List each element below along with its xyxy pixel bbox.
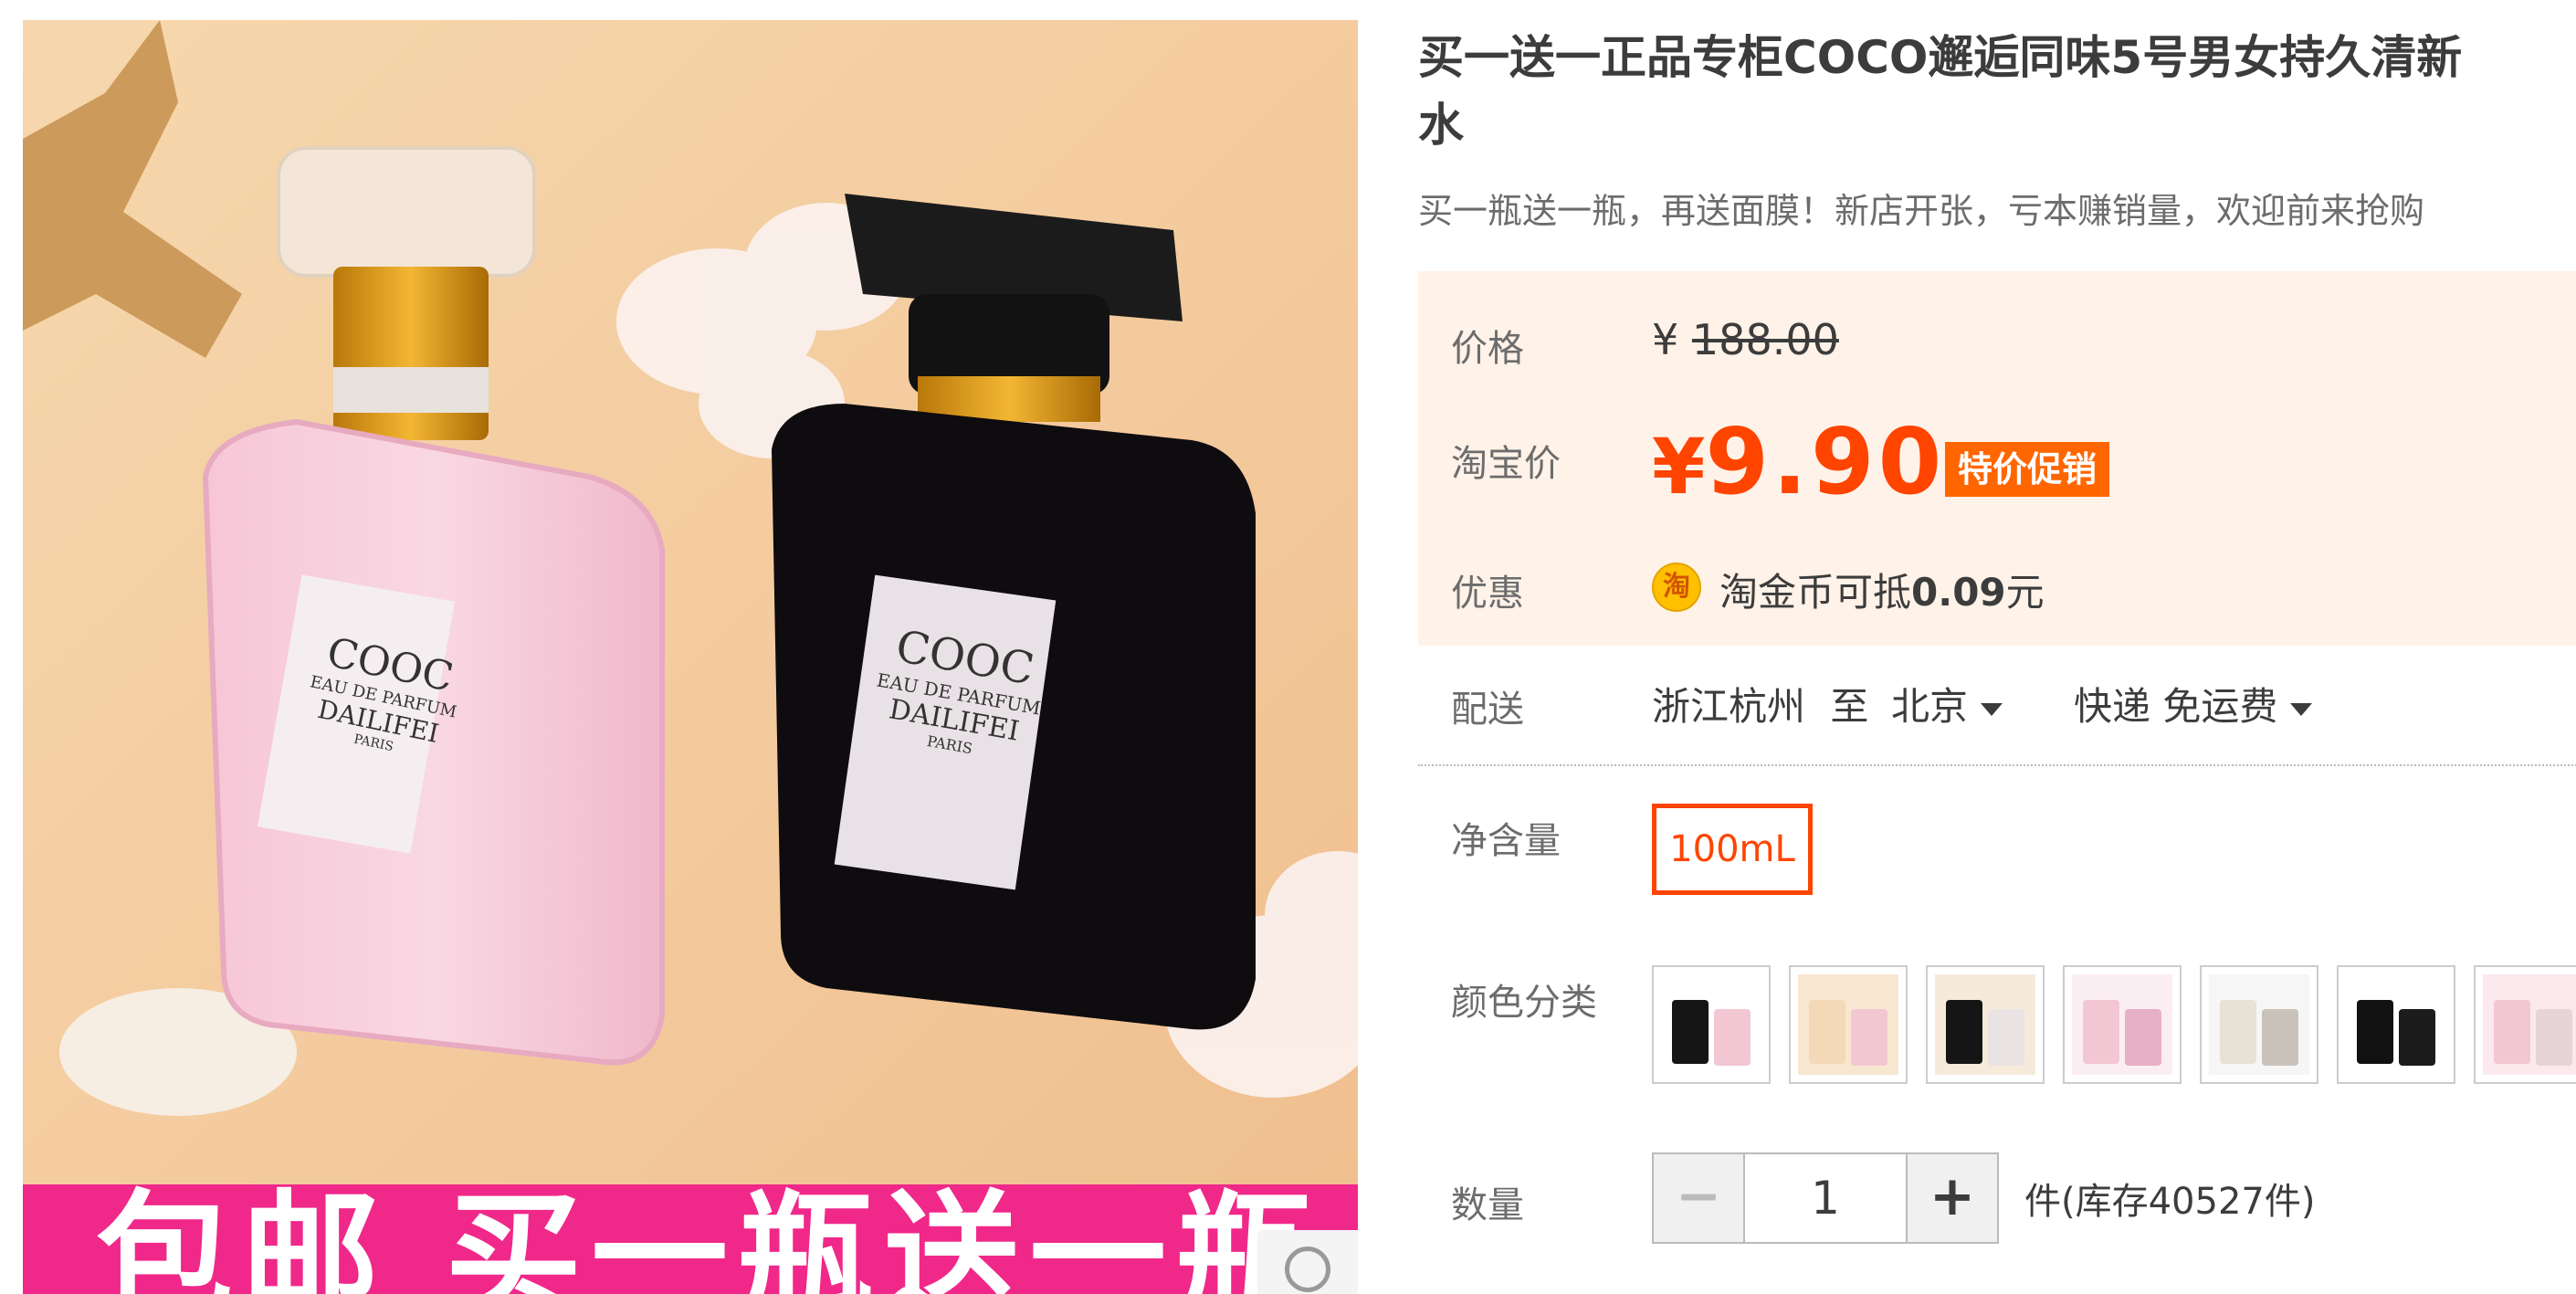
swatch-thumbnail: [2072, 974, 2172, 1075]
coin-discount-amount: 0.09: [1911, 570, 2006, 615]
tb-price-label: 淘宝价: [1451, 443, 1561, 485]
destination-dropdown[interactable]: 北京: [1891, 676, 2003, 731]
product-title-continued: 水: [1418, 99, 1464, 152]
swatch-thumbnail: [1661, 974, 1761, 1075]
volume-option-100ml[interactable]: 100mL: [1652, 804, 1813, 895]
color-swatch-black-and-clear[interactable]: [1926, 965, 2045, 1084]
stock-info: 件(库存40527件): [2024, 1181, 2316, 1223]
chevron-down-icon: [2290, 702, 2313, 716]
free-shipping-banner: 包邮 买一瓶送一瓶: [23, 1184, 1358, 1294]
quantity-label: 数量: [1451, 1184, 1524, 1226]
swatch-thumbnail: [2483, 974, 2576, 1075]
discount-label: 优惠: [1451, 573, 1524, 615]
price-label: 价格: [1451, 328, 1524, 370]
shipping-method-dropdown[interactable]: 快递 免运费: [2074, 676, 2313, 731]
quantity-stepper: − 1 +: [1652, 1152, 1999, 1244]
shipping-from: 浙江杭州: [1652, 684, 1806, 729]
shipping-origin: 浙江杭州 至: [1652, 676, 1868, 731]
color-swatch-black-and-pink[interactable]: [1652, 965, 1771, 1084]
product-title: 买一送一正品专柜COCO邂逅同味5号男女持久清新: [1418, 31, 2463, 84]
color-swatch-black-box[interactable]: [2337, 965, 2455, 1084]
tb-price-amount: 9.90: [1705, 408, 1946, 515]
product-info-panel: 买一送一正品专柜COCO邂逅同味5号男女持久清新 水 买一瓶送一瓶，再送面膜！新…: [1418, 0, 2576, 1294]
coin-discount-text[interactable]: 淘金币可抵0.09元: [1719, 562, 2045, 617]
shipping-to-word: 至: [1830, 684, 1869, 729]
tb-price: ¥9.90: [1652, 408, 1945, 515]
special-offer-tag: 特价促销: [1945, 442, 2110, 497]
color-swatch-pink-box[interactable]: [2063, 965, 2182, 1084]
product-main-image[interactable]: COOC EAU DE PARFUM DAILIFEI PARIS COOC E…: [23, 20, 1358, 1294]
volume-label: 净含量: [1451, 820, 1561, 862]
shipping-label: 配送: [1451, 689, 1524, 731]
coin-discount-unit: 元: [2005, 570, 2045, 615]
perfume-photo: [23, 20, 1358, 1294]
color-swatch-gold-and-pink[interactable]: [1789, 965, 1908, 1084]
decrease-quantity-button[interactable]: −: [1654, 1154, 1745, 1242]
magnifier-icon: [1285, 1247, 1330, 1292]
swatch-thumbnail: [2346, 974, 2446, 1075]
product-subtitle: 买一瓶送一瓶，再送面膜！新店开张，亏本赚销量，欢迎前来抢购: [1418, 191, 2425, 231]
currency-symbol: ¥: [1652, 315, 1679, 364]
quantity-input[interactable]: 1: [1745, 1154, 1906, 1242]
destination-value: 北京: [1891, 684, 1969, 729]
color-label: 颜色分类: [1451, 982, 1597, 1024]
color-swatch-clear-box[interactable]: [2200, 965, 2318, 1084]
color-swatch-pink-and-clear[interactable]: [2474, 965, 2576, 1084]
tb-currency-symbol: ¥: [1652, 422, 1706, 511]
chevron-down-icon: [1981, 702, 2003, 716]
increase-quantity-button[interactable]: +: [1906, 1154, 1997, 1242]
price-panel: 价格 ¥ 188.00 淘宝价 ¥9.90 特价促销 优惠 淘 淘金币可抵0.0…: [1418, 271, 2576, 646]
original-price: ¥ 188.00: [1652, 315, 1839, 364]
taobao-coin-icon: 淘: [1652, 563, 1701, 612]
swatch-thumbnail: [1935, 974, 2035, 1075]
swatch-thumbnail: [2209, 974, 2309, 1075]
swatch-thumbnail: [1798, 974, 1898, 1075]
coin-discount-prefix: 淘金币可抵: [1719, 570, 1912, 615]
zoom-button[interactable]: [1257, 1230, 1358, 1294]
shipping-method-value: 快递 免运费: [2074, 684, 2278, 729]
divider: [1418, 764, 2576, 766]
original-price-amount: 188.00: [1691, 315, 1839, 364]
